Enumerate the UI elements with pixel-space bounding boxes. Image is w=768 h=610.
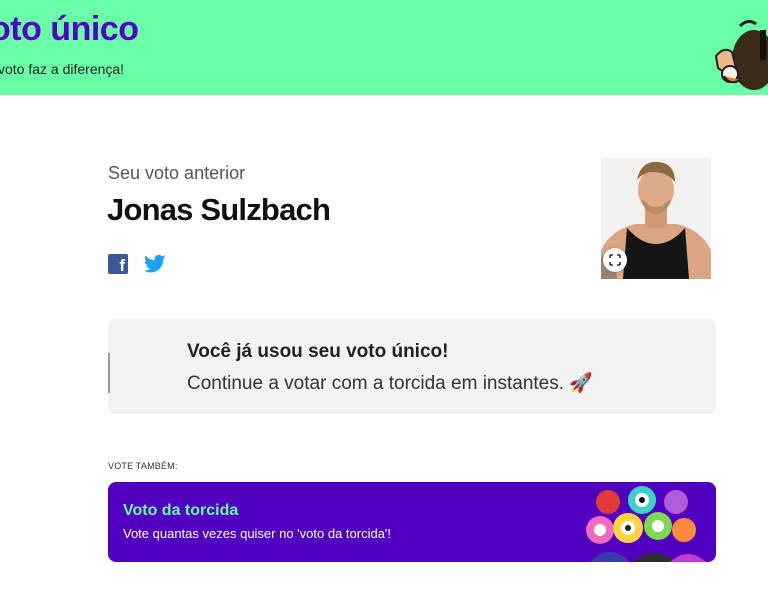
crowd-mascots-icon xyxy=(586,486,706,562)
notice-text: Continue a votar com a torcida em instan… xyxy=(187,373,593,394)
mascot-icon xyxy=(714,19,768,90)
facebook-icon[interactable]: f xyxy=(108,254,128,275)
page-subtitle: voto faz a diferença! xyxy=(0,61,125,77)
torcida-card-text: Vote quantas vezes quiser no 'voto da to… xyxy=(123,526,392,541)
expand-photo-button[interactable] xyxy=(603,248,627,272)
notice-accent-bar xyxy=(108,353,110,393)
vote-used-notice: Você já usou seu voto único! Continue a … xyxy=(108,319,716,414)
notice-title: Você já usou seu voto único! xyxy=(187,341,449,362)
page-header: oto único voto faz a diferença! xyxy=(0,0,768,95)
candidate-name: Jonas Sulzbach xyxy=(107,192,331,227)
share-buttons: f xyxy=(108,254,166,275)
previous-vote-label: Seu voto anterior xyxy=(108,163,246,183)
voto-da-torcida-card[interactable]: Voto da torcida Vote quantas vezes quise… xyxy=(108,482,716,562)
page-title: oto único xyxy=(0,10,139,48)
torcida-card-title: Voto da torcida xyxy=(123,502,239,519)
expand-icon xyxy=(609,254,621,266)
twitter-icon[interactable] xyxy=(144,254,166,274)
vote-also-label: VOTE TAMBÉM: xyxy=(108,461,178,471)
